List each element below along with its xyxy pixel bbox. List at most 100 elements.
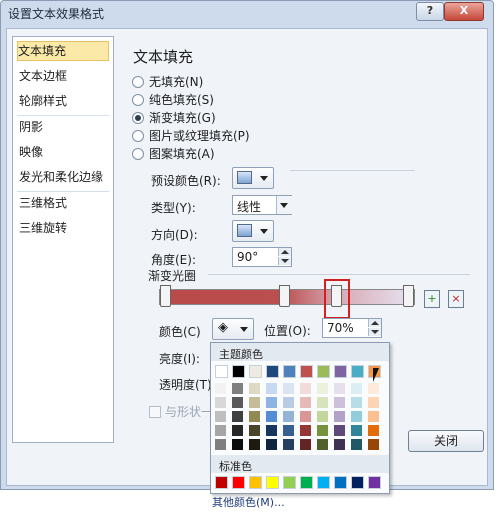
theme-shade-swatch[interactable]: [300, 383, 311, 394]
theme-color-swatch[interactable]: [232, 365, 245, 378]
gradient-stop-1[interactable]: [160, 285, 171, 307]
theme-shade-swatch[interactable]: [300, 411, 311, 422]
theme-shade-swatch[interactable]: [300, 397, 311, 408]
radio-pattern-fill[interactable]: [132, 148, 144, 160]
theme-shade-swatch[interactable]: [215, 397, 226, 408]
theme-shade-swatch[interactable]: [266, 397, 277, 408]
standard-color-swatch[interactable]: [317, 476, 330, 489]
direction-button[interactable]: [232, 220, 274, 242]
theme-shade-swatch[interactable]: [334, 411, 345, 422]
nav-item-reflection[interactable]: 映像: [19, 143, 109, 161]
theme-color-swatch[interactable]: [215, 365, 228, 378]
add-stop-icon[interactable]: +: [424, 290, 440, 308]
theme-color-swatch[interactable]: [317, 365, 330, 378]
radio-picture-fill[interactable]: [132, 130, 144, 142]
standard-color-swatch[interactable]: [351, 476, 364, 489]
spin-down-icon[interactable]: [368, 328, 381, 336]
gradient-stop-4[interactable]: [403, 285, 414, 307]
standard-color-swatch[interactable]: [266, 476, 279, 489]
theme-shade-swatch[interactable]: [249, 383, 260, 394]
more-colors-item[interactable]: 其他颜色(M)...: [212, 494, 312, 510]
standard-color-swatch[interactable]: [283, 476, 296, 489]
theme-shade-swatch[interactable]: [368, 397, 379, 408]
spin-up-icon[interactable]: [278, 248, 291, 256]
spin-up-icon[interactable]: [368, 319, 381, 327]
theme-shade-swatch[interactable]: [232, 397, 243, 408]
theme-shade-swatch[interactable]: [317, 411, 328, 422]
theme-color-swatch[interactable]: [351, 365, 364, 378]
standard-color-swatch[interactable]: [368, 476, 381, 489]
theme-shade-swatch[interactable]: [351, 425, 362, 436]
theme-shade-swatch[interactable]: [334, 425, 345, 436]
theme-shade-swatch[interactable]: [317, 439, 328, 450]
theme-shade-swatch[interactable]: [232, 425, 243, 436]
radio-no-fill[interactable]: [132, 76, 144, 88]
theme-shade-swatch[interactable]: [215, 439, 226, 450]
theme-shade-swatch[interactable]: [334, 397, 345, 408]
theme-shade-swatch[interactable]: [283, 439, 294, 450]
theme-color-swatch[interactable]: [300, 365, 313, 378]
standard-color-swatch[interactable]: [232, 476, 245, 489]
window-close-button[interactable]: X: [444, 2, 484, 21]
theme-shade-swatch[interactable]: [266, 425, 277, 436]
theme-shade-swatch[interactable]: [351, 383, 362, 394]
theme-shade-swatch[interactable]: [351, 397, 362, 408]
close-button[interactable]: 关闭: [408, 430, 484, 452]
color-picker-button[interactable]: ◈: [212, 318, 254, 340]
theme-color-swatch[interactable]: [283, 365, 296, 378]
nav-item-text-fill[interactable]: 文本填充: [17, 41, 109, 61]
standard-color-swatch[interactable]: [215, 476, 228, 489]
help-button[interactable]: ?: [416, 2, 444, 21]
nav-item-shadow[interactable]: 阴影: [19, 118, 109, 136]
theme-shade-swatch[interactable]: [215, 383, 226, 394]
theme-shade-swatch[interactable]: [317, 425, 328, 436]
theme-shade-swatch[interactable]: [232, 383, 243, 394]
theme-shade-swatch[interactable]: [368, 425, 379, 436]
theme-shade-swatch[interactable]: [215, 425, 226, 436]
theme-shade-swatch[interactable]: [232, 439, 243, 450]
theme-shade-swatch[interactable]: [334, 383, 345, 394]
theme-shade-swatch[interactable]: [266, 439, 277, 450]
theme-shade-swatch[interactable]: [283, 383, 294, 394]
nav-item-glow[interactable]: 发光和柔化边缘: [19, 168, 109, 186]
spin-down-icon[interactable]: [278, 257, 291, 265]
title-bar[interactable]: 设置文本效果格式 ? X: [0, 0, 492, 26]
theme-shade-swatch[interactable]: [283, 411, 294, 422]
position-input[interactable]: 70%: [322, 318, 382, 338]
standard-color-swatch[interactable]: [300, 476, 313, 489]
theme-shade-swatch[interactable]: [351, 439, 362, 450]
type-dropdown-button[interactable]: [276, 196, 292, 214]
rotate-with-shape-checkbox[interactable]: [149, 406, 161, 418]
theme-shade-swatch[interactable]: [215, 411, 226, 422]
nav-item-text-outline[interactable]: 文本边框: [19, 67, 109, 85]
theme-shade-swatch[interactable]: [334, 439, 345, 450]
theme-shade-swatch[interactable]: [283, 397, 294, 408]
theme-shade-swatch[interactable]: [317, 397, 328, 408]
theme-shade-swatch[interactable]: [266, 411, 277, 422]
gradient-stop-2[interactable]: [279, 285, 290, 307]
type-select[interactable]: 线性: [232, 195, 292, 215]
nav-item-3d-format[interactable]: 三维格式: [19, 194, 109, 212]
nav-item-3d-rotation[interactable]: 三维旋转: [19, 219, 109, 237]
theme-shade-swatch[interactable]: [368, 439, 379, 450]
theme-shade-swatch[interactable]: [249, 411, 260, 422]
theme-shade-swatch[interactable]: [283, 425, 294, 436]
theme-shade-swatch[interactable]: [317, 383, 328, 394]
angle-input[interactable]: 90°: [232, 247, 292, 267]
theme-color-swatch[interactable]: [334, 365, 347, 378]
nav-item-outline-style[interactable]: 轮廓样式: [19, 92, 109, 110]
theme-shade-swatch[interactable]: [368, 411, 379, 422]
radio-solid-fill[interactable]: [132, 94, 144, 106]
theme-shade-swatch[interactable]: [351, 411, 362, 422]
theme-shade-swatch[interactable]: [249, 439, 260, 450]
theme-shade-swatch[interactable]: [232, 411, 243, 422]
theme-shade-swatch[interactable]: [368, 383, 379, 394]
theme-shade-swatch[interactable]: [266, 383, 277, 394]
standard-color-swatch[interactable]: [249, 476, 262, 489]
theme-color-swatch[interactable]: [266, 365, 279, 378]
radio-gradient-fill[interactable]: [132, 112, 144, 124]
standard-color-swatch[interactable]: [334, 476, 347, 489]
theme-shade-swatch[interactable]: [300, 425, 311, 436]
remove-stop-icon[interactable]: ×: [448, 290, 464, 308]
theme-shade-swatch[interactable]: [249, 425, 260, 436]
